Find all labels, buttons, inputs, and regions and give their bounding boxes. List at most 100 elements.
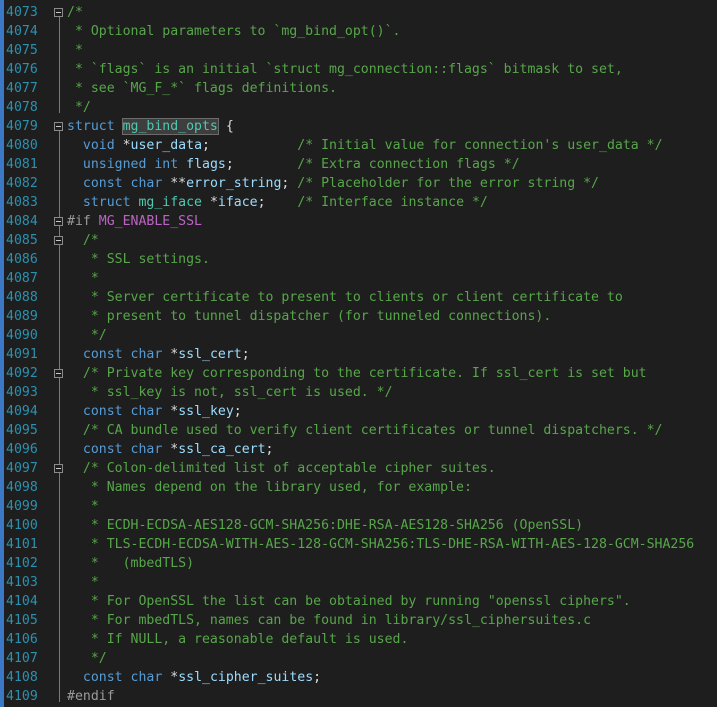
code-text: /* xyxy=(67,3,83,22)
token: */ xyxy=(67,100,91,115)
code-line[interactable]: 4086 * SSL settings. xyxy=(0,250,717,269)
code-line[interactable]: 4085 /* xyxy=(0,231,717,250)
code-line[interactable]: 4087 * xyxy=(0,269,717,288)
code-line[interactable]: 4081 unsigned int flags; /* Extra connec… xyxy=(0,155,717,174)
code-line[interactable]: 4092 /* Private key corresponding to the… xyxy=(0,364,717,383)
collapse-icon[interactable] xyxy=(54,464,63,473)
code-text: * Names depend on the library used, for … xyxy=(67,478,472,497)
token: * xyxy=(67,499,99,514)
token: * xyxy=(162,404,179,419)
code-text: const char **error_string; /* Placeholde… xyxy=(67,174,599,193)
token: void xyxy=(82,138,115,153)
code-line[interactable]: 4093 * ssl_key is not, ssl_cert is used.… xyxy=(0,383,717,402)
token: /* xyxy=(67,5,83,20)
token: * If NULL, a reasonable default is used. xyxy=(67,632,409,647)
code-line[interactable]: 4105 * For mbedTLS, names can be found i… xyxy=(0,611,717,630)
token: ssl_ca_cert xyxy=(178,442,266,457)
code-line[interactable]: 4083 struct mg_iface *iface; /* Interfac… xyxy=(0,193,717,212)
token: * Server certificate to present to clien… xyxy=(67,290,623,305)
token: /* xyxy=(82,233,99,248)
code-line[interactable]: 4074 * Optional parameters to `mg_bind_o… xyxy=(0,22,717,41)
collapse-icon[interactable] xyxy=(54,122,63,131)
line-number: 4096 xyxy=(6,442,38,457)
code-line[interactable]: 4102 * (mbedTLS) xyxy=(0,554,717,573)
line-number: 4108 xyxy=(6,670,38,685)
code-line[interactable]: 4095 /* CA bundle used to verify client … xyxy=(0,421,717,440)
code-line[interactable]: 4075 * xyxy=(0,41,717,60)
code-line[interactable]: 4099 * xyxy=(0,497,717,516)
token: error_string xyxy=(186,176,282,191)
code-line[interactable]: 4080 void *user_data; /* Initial value f… xyxy=(0,136,717,155)
line-number: 4085 xyxy=(6,233,38,248)
code-line[interactable]: 4101 * TLS-ECDH-ECDSA-WITH-AES-128-GCM-S… xyxy=(0,535,717,554)
token: /* CA bundle used to verify client certi… xyxy=(82,423,663,438)
token: const char xyxy=(82,404,163,419)
line-number: 4106 xyxy=(6,632,38,647)
code-text: * xyxy=(67,573,99,592)
collapse-icon[interactable] xyxy=(54,236,63,245)
code-line[interactable]: 4109 #endif xyxy=(0,687,717,706)
code-line[interactable]: 4079 struct mg_bind_opts { xyxy=(0,117,717,136)
collapse-icon[interactable] xyxy=(54,369,63,378)
code-text: * TLS-ECDH-ECDSA-WITH-AES-128-GCM-SHA256… xyxy=(67,535,694,554)
code-editor[interactable]: 4073 /* 4074 * Optional parameters to `mg_… xyxy=(0,0,717,707)
code-line[interactable]: 4103 * xyxy=(0,573,717,592)
code-line[interactable]: 4084 #if MG_ENABLE_SSL xyxy=(0,212,717,231)
code-text: * For mbedTLS, names can be found in lib… xyxy=(67,611,591,630)
token: * see `MG_F_*` flags definitions. xyxy=(67,81,337,96)
code-text: /* xyxy=(67,231,99,250)
token: * xyxy=(67,43,83,58)
line-number: 4074 xyxy=(6,24,38,39)
line-number: 4099 xyxy=(6,499,38,514)
code-text: */ xyxy=(67,649,107,668)
code-text: const char *ssl_ca_cert; xyxy=(67,440,274,459)
code-line[interactable]: 4077 * see `MG_F_*` flags definitions. xyxy=(0,79,717,98)
code-text: #if MG_ENABLE_SSL xyxy=(67,212,202,231)
token: */ xyxy=(67,328,107,343)
token: /* Interface instance */ xyxy=(297,195,488,210)
code-line[interactable]: 4097 /* Colon-delimited list of acceptab… xyxy=(0,459,717,478)
line-number: 4088 xyxy=(6,290,38,305)
token: mg_iface xyxy=(138,195,203,210)
token: * xyxy=(162,347,179,362)
token: ssl_cipher_suites xyxy=(178,670,314,685)
code-line[interactable]: 4098 * Names depend on the library used,… xyxy=(0,478,717,497)
collapse-icon[interactable] xyxy=(54,217,63,226)
code-line[interactable]: 4104 * For OpenSSL the list can be obtai… xyxy=(0,592,717,611)
code-line[interactable]: 4106 * If NULL, a reasonable default is … xyxy=(0,630,717,649)
token: flags xyxy=(186,157,226,172)
token: ; xyxy=(233,404,242,419)
code-line[interactable]: 4088 * Server certificate to present to … xyxy=(0,288,717,307)
code-line[interactable]: 4094 const char *ssl_key; xyxy=(0,402,717,421)
code-line[interactable]: 4091 const char *ssl_cert; xyxy=(0,345,717,364)
code-line[interactable]: 4096 const char *ssl_ca_cert; xyxy=(0,440,717,459)
token: iface xyxy=(217,195,258,210)
code-text: struct mg_iface *iface; /* Interface ins… xyxy=(67,193,488,212)
code-text: const char *ssl_cert; xyxy=(67,345,250,364)
code-text: */ xyxy=(67,326,107,345)
token: const char xyxy=(82,670,163,685)
code-line[interactable]: 4089 * present to tunnel dispatcher (for… xyxy=(0,307,717,326)
code-line[interactable]: 4108 const char *ssl_cipher_suites; xyxy=(0,668,717,687)
code-line[interactable]: 4076 * `flags` is an initial `struct mg_… xyxy=(0,60,717,79)
token: * xyxy=(162,670,179,685)
line-number: 4097 xyxy=(6,461,38,476)
code-text: * present to tunnel dispatcher (for tunn… xyxy=(67,307,552,326)
code-text: unsigned int flags; /* Extra connection … xyxy=(67,155,520,174)
code-line[interactable]: 4073 /* xyxy=(0,3,717,22)
token: ; xyxy=(225,157,298,172)
code-line[interactable]: 4082 const char **error_string; /* Place… xyxy=(0,174,717,193)
line-number: 4090 xyxy=(6,328,38,343)
token: * xyxy=(114,138,131,153)
code-line[interactable]: 4090 */ xyxy=(0,326,717,345)
code-text: #endif xyxy=(67,687,115,706)
code-line[interactable]: 4100 * ECDH-ECDSA-AES128-GCM-SHA256:DHE-… xyxy=(0,516,717,535)
code-line[interactable]: 4078 */ xyxy=(0,98,717,117)
code-line[interactable]: 4107 */ xyxy=(0,649,717,668)
line-number: 4094 xyxy=(6,404,38,419)
line-number: 4095 xyxy=(6,423,38,438)
collapse-icon[interactable] xyxy=(54,8,63,17)
